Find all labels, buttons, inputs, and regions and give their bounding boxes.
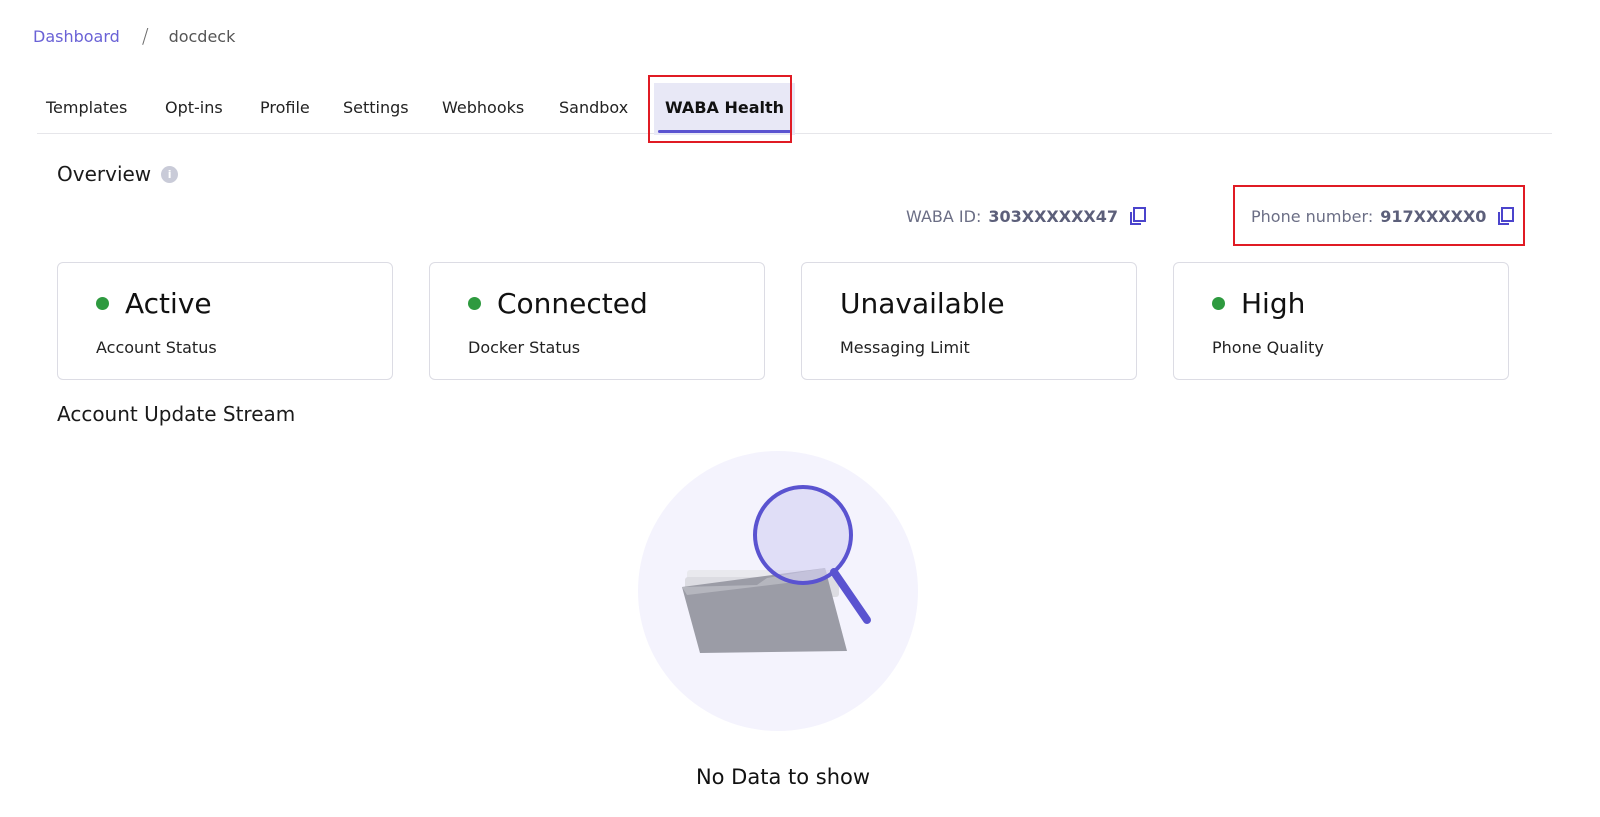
account-update-stream-title: Account Update Stream <box>57 402 296 426</box>
tab-bar: Templates Opt-ins Profile Settings Webho… <box>37 76 1552 135</box>
phone-quality-card: High Phone Quality <box>1173 262 1509 380</box>
docker-status-value: Connected <box>497 287 648 320</box>
messaging-limit-value: Unavailable <box>840 287 1005 320</box>
messaging-limit-value-row: Unavailable <box>840 287 1005 320</box>
status-dot <box>96 297 109 310</box>
phone-quality-value-row: High <box>1212 287 1305 320</box>
phone-number-value: 917XXXXX0 <box>1380 206 1487 226</box>
docker-status-card: Connected Docker Status <box>429 262 765 380</box>
copy-icon[interactable] <box>1128 206 1148 226</box>
tab-waba-health[interactable]: WABA Health <box>654 83 796 135</box>
breadcrumb: Dashboard / docdeck <box>33 24 235 48</box>
breadcrumb-current: docdeck <box>168 26 236 46</box>
copy-icon[interactable] <box>1496 206 1516 226</box>
empty-state-text: No Data to show <box>695 765 871 789</box>
messaging-limit-card: Unavailable Messaging Limit <box>801 262 1137 380</box>
empty-folder-search-illustration <box>637 450 920 733</box>
tab-sandbox[interactable]: Sandbox <box>559 98 628 117</box>
tab-settings[interactable]: Settings <box>343 98 409 117</box>
tab-opt-ins[interactable]: Opt-ins <box>165 98 223 117</box>
waba-id-value: 303XXXXXX47 <box>988 206 1119 226</box>
phone-quality-value: High <box>1241 287 1306 320</box>
messaging-limit-label: Messaging Limit <box>840 338 970 357</box>
waba-id-label: WABA ID: <box>906 206 982 226</box>
status-dot <box>468 297 481 310</box>
tab-templates[interactable]: Templates <box>46 98 127 117</box>
docker-status-value-row: Connected <box>468 287 648 320</box>
docker-status-label: Docker Status <box>468 338 581 357</box>
waba-id-row: WABA ID: 303XXXXXX47 <box>906 206 1148 226</box>
overview-title: Overview <box>57 162 152 186</box>
tab-webhooks[interactable]: Webhooks <box>442 98 524 117</box>
tab-profile[interactable]: Profile <box>260 98 310 117</box>
breadcrumb-separator: / <box>141 24 149 48</box>
status-cards: Active Account Status Connected Docker S… <box>57 262 1512 380</box>
account-status-card: Active Account Status <box>57 262 393 380</box>
phone-number-row: Phone number: 917XXXXX0 <box>1251 206 1516 226</box>
status-dot <box>1212 297 1225 310</box>
account-status-value: Active <box>125 287 212 320</box>
account-status-label: Account Status <box>96 338 217 357</box>
overview-heading: Overview i <box>57 162 179 186</box>
phone-quality-label: Phone Quality <box>1212 338 1324 357</box>
phone-number-label: Phone number: <box>1251 206 1374 226</box>
account-status-value-row: Active <box>96 287 212 320</box>
info-icon[interactable]: i <box>161 165 179 183</box>
breadcrumb-dashboard-link[interactable]: Dashboard <box>33 27 120 46</box>
